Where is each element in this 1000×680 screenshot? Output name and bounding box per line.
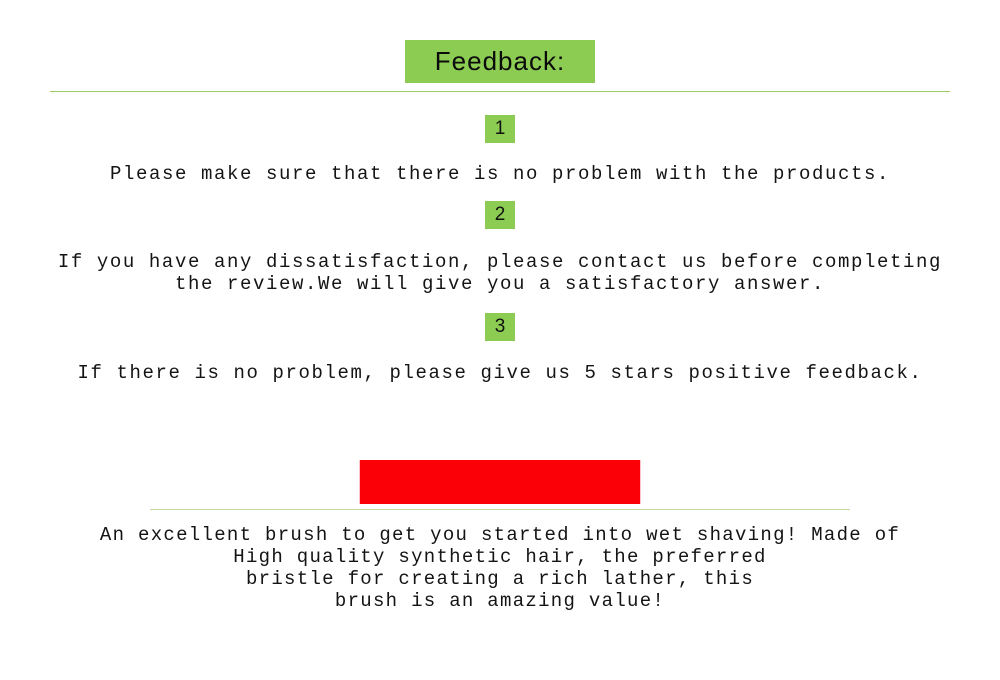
- feedback-heading-container: Feedback:: [0, 40, 1000, 83]
- step-number-1-container: 1: [0, 115, 1000, 143]
- feedback-step-2-text-line-1: If you have any dissatisfaction, please …: [57, 251, 943, 273]
- step-number-1-badge: 1: [485, 115, 515, 143]
- description-text-line-2: High quality synthetic hair, the preferr…: [233, 546, 767, 568]
- description-heading-banner: DESCRIPTION: [359, 460, 641, 541]
- feedback-divider-rule: [50, 91, 950, 92]
- description-text-line-3: bristle for creating a rich lather, this: [245, 568, 755, 590]
- feedback-step-3-text: If there is no problem, please give us 5…: [77, 362, 923, 384]
- step-number-2-container: 2: [0, 201, 1000, 229]
- step-number-2-badge: 2: [485, 201, 515, 229]
- feedback-heading-badge: Feedback:: [404, 40, 596, 83]
- feedback-step-1-text: Please make sure that there is no proble…: [109, 163, 891, 185]
- feedback-description-page: Feedback: 1 Please make sure that there …: [0, 0, 1000, 680]
- description-text-line-4: brush is an amazing value!: [334, 590, 666, 612]
- description-divider-rule: [150, 509, 850, 510]
- step-number-3-container: 3: [0, 313, 1000, 341]
- description-text-line-1: An excellent brush to get you started in…: [99, 524, 901, 546]
- step-number-3-badge: 3: [485, 313, 515, 341]
- feedback-step-2-text-line-2: the review.We will give you a satisfacto…: [174, 273, 826, 295]
